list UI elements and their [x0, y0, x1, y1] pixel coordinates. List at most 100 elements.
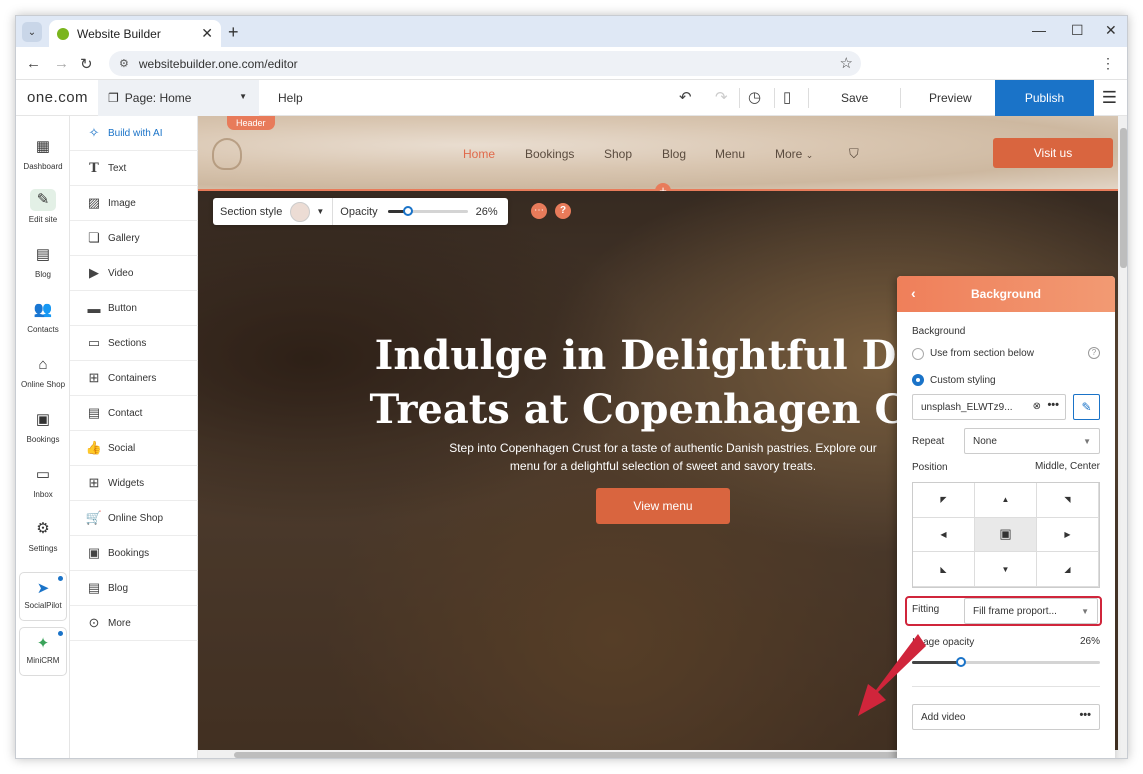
visit-us-button[interactable]: Visit us — [993, 138, 1113, 168]
chevron-down-icon[interactable]: ▼ — [316, 207, 324, 216]
custom-styling-label[interactable]: Custom styling — [930, 375, 996, 386]
image-icon: ▨ — [87, 195, 101, 210]
section-color-swatch[interactable] — [290, 201, 311, 222]
add-video-field[interactable]: Add video ••• — [912, 704, 1100, 730]
element-text[interactable]: T Text — [70, 151, 198, 186]
left-rail: ▦ Dashboard ✎ Edit site ▤ Blog 👥 Contact… — [16, 116, 70, 758]
vertical-scrollbar[interactable] — [1118, 116, 1127, 758]
use-from-below-radio[interactable] — [912, 348, 924, 360]
hero-subtitle[interactable]: Step into Copenhagen Crust for a taste o… — [438, 439, 888, 475]
rail-contacts[interactable]: 👥 Contacts — [16, 299, 70, 334]
reload-icon[interactable]: ↻ — [80, 55, 93, 73]
info-question-icon[interactable]: ? — [1088, 347, 1100, 359]
browser-tab[interactable]: Website Builder ✕ — [49, 20, 221, 47]
use-from-below-label[interactable]: Use from section below — [930, 348, 1034, 359]
site-logo[interactable] — [212, 138, 242, 170]
image-opacity-slider-handle[interactable] — [955, 657, 966, 667]
element-button[interactable]: ▬ Button — [70, 291, 198, 326]
element-containers[interactable]: ⊞ Containers — [70, 361, 198, 396]
element-gallery[interactable]: ❏ Gallery — [70, 221, 198, 256]
element-build-with-ai[interactable]: ✧ Build with AI — [70, 116, 198, 151]
position-top-center[interactable]: ▲ — [975, 483, 1037, 518]
rail-inbox[interactable]: ▭ Inbox — [16, 464, 70, 499]
history-icon[interactable]: ◷ — [748, 88, 761, 106]
position-middle-center[interactable]: ▣ — [975, 517, 1037, 553]
bookmark-star-icon[interactable]: ☆ — [840, 54, 853, 72]
url-bar[interactable]: ⚙ websitebuilder.one.com/editor ☆ — [109, 51, 861, 76]
browser-menu-icon[interactable]: ⋮ — [1101, 55, 1115, 72]
element-social[interactable]: 👍 Social — [70, 431, 198, 466]
rail-dashboard[interactable]: ▦ Dashboard — [16, 136, 70, 171]
site-nav-bookings[interactable]: Bookings — [525, 147, 574, 161]
element-image[interactable]: ▨ Image — [70, 186, 198, 221]
site-nav-more[interactable]: More ⌄ — [775, 147, 813, 161]
element-more[interactable]: ⊙ More — [70, 606, 198, 641]
element-blog[interactable]: ▤ Blog — [70, 571, 198, 606]
forward-icon[interactable]: → — [54, 55, 69, 72]
tab-search-icon[interactable]: ⌄ — [22, 22, 42, 42]
site-nav-home[interactable]: Home — [463, 147, 495, 161]
pencil-icon: ✎ — [1081, 400, 1092, 414]
rail-settings[interactable]: ⚙ Settings — [16, 518, 70, 553]
rail-online-shop[interactable]: ⌂ Online Shop — [16, 354, 70, 389]
more-options-icon[interactable]: ••• — [1047, 399, 1059, 411]
background-image-field[interactable]: unsplash_ELWTz9... ⊗ ••• — [912, 394, 1066, 420]
rail-bookings[interactable]: ▣ Bookings — [16, 409, 70, 444]
site-nav-menu[interactable]: Menu — [715, 147, 745, 161]
view-menu-button[interactable]: View menu — [596, 488, 730, 524]
header-tag[interactable]: Header — [227, 116, 275, 130]
element-bookings[interactable]: ▣ Bookings — [70, 536, 198, 571]
position-bottom-center[interactable]: ▼ — [975, 552, 1037, 587]
position-bottom-right[interactable]: ◢ — [1037, 552, 1099, 587]
site-header-section[interactable]: Header Home Bookings Shop Blog Menu More… — [198, 116, 1118, 191]
position-middle-left[interactable]: ◀ — [913, 517, 975, 553]
element-video[interactable]: ▶ Video — [70, 256, 198, 291]
remove-image-icon[interactable]: ⊗ — [1033, 401, 1041, 412]
position-top-left[interactable]: ◤ — [913, 483, 975, 518]
site-nav-blog[interactable]: Blog — [662, 147, 686, 161]
hamburger-menu-icon[interactable]: ☰ — [1102, 88, 1117, 108]
browser-window: ⌄ Website Builder ✕ + — ☐ ✕ ← → ↻ ⚙ webs… — [15, 15, 1128, 759]
minimize-icon[interactable]: — — [1032, 22, 1046, 38]
image-opacity-slider[interactable] — [912, 657, 1100, 667]
undo-icon[interactable]: ↶ — [679, 88, 692, 106]
publish-button[interactable]: Publish — [995, 80, 1094, 116]
rail-edit-site[interactable]: ✎ Edit site — [16, 189, 70, 224]
repeat-select[interactable]: None ▼ — [964, 428, 1100, 454]
edit-image-button[interactable]: ✎ — [1073, 394, 1100, 420]
rail-minicrm[interactable]: ✦ MiniCRM — [19, 627, 67, 676]
rail-blog[interactable]: ▤ Blog — [16, 244, 70, 279]
rail-socialpilot[interactable]: ➤ SocialPilot — [19, 572, 67, 621]
save-button[interactable]: Save — [841, 91, 868, 105]
custom-styling-radio[interactable] — [912, 374, 924, 386]
page-selector[interactable]: ❐ Page: Home ▼ — [98, 80, 259, 116]
element-contact[interactable]: ▤ Contact — [70, 396, 198, 431]
mobile-view-icon[interactable]: ▯ — [783, 88, 791, 106]
back-icon[interactable]: ← — [26, 55, 41, 72]
close-tab-icon[interactable]: ✕ — [201, 25, 213, 42]
position-top-right[interactable]: ◥ — [1037, 483, 1099, 518]
shopping-bag-icon[interactable]: ⛉ — [849, 146, 859, 162]
element-widgets[interactable]: ⊞ Widgets — [70, 466, 198, 501]
minicrm-icon: ✦ — [36, 635, 50, 652]
close-window-icon[interactable]: ✕ — [1105, 22, 1117, 39]
maximize-icon[interactable]: ☐ — [1071, 22, 1084, 39]
site-info-icon[interactable]: ⚙ — [119, 57, 129, 70]
position-middle-right[interactable]: ▶ — [1037, 517, 1099, 553]
element-label: Sections — [108, 337, 147, 349]
opacity-slider-handle[interactable] — [403, 206, 414, 216]
new-tab-icon[interactable]: + — [228, 22, 239, 42]
more-options-icon[interactable]: ••• — [1079, 709, 1091, 721]
fitting-select[interactable]: Fill frame proport... ▼ — [964, 598, 1098, 624]
site-nav-shop[interactable]: Shop — [604, 147, 632, 161]
opacity-slider[interactable] — [387, 206, 468, 216]
help-link[interactable]: Help — [278, 91, 303, 105]
element-sections[interactable]: ▭ Sections — [70, 326, 198, 361]
more-options-icon[interactable]: ⋯ — [531, 203, 547, 219]
position-bottom-left[interactable]: ◣ — [913, 552, 975, 587]
back-chevron-icon[interactable]: ‹ — [911, 285, 916, 301]
help-question-icon[interactable]: ? — [555, 203, 571, 219]
element-online-shop[interactable]: 🛒 Online Shop — [70, 501, 198, 536]
preview-button[interactable]: Preview — [929, 91, 972, 105]
redo-icon[interactable]: ↷ — [715, 88, 728, 106]
